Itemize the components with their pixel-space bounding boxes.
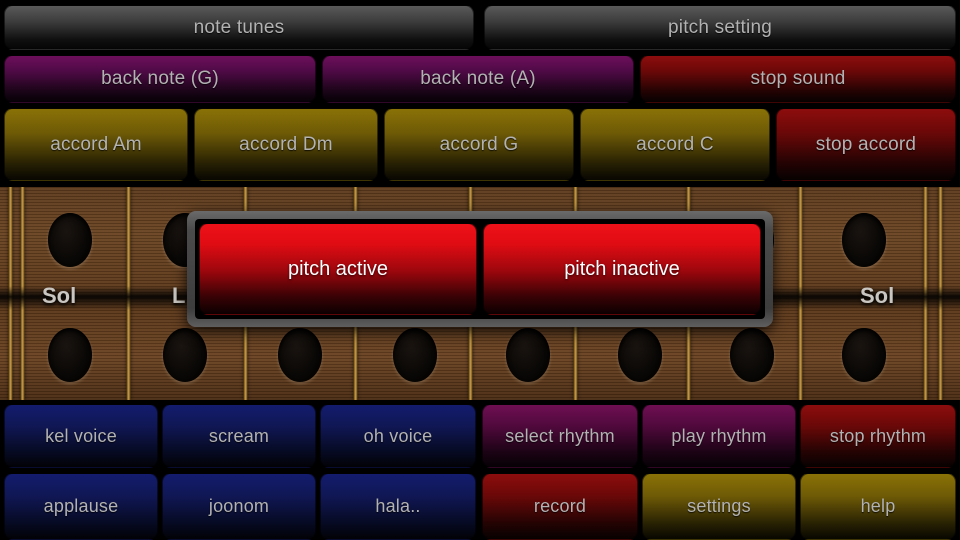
- button-accord-am[interactable]: accord Am: [4, 108, 188, 181]
- button-stop-accord[interactable]: stop accord: [776, 108, 956, 181]
- button-back-note-a[interactable]: back note (A): [322, 55, 634, 103]
- button-play-rhythm[interactable]: play rhythm: [642, 404, 796, 468]
- button-select-rhythm[interactable]: select rhythm: [482, 404, 638, 468]
- fret-hole-upper[interactable]: [842, 213, 886, 267]
- button-oh-voice[interactable]: oh voice: [320, 404, 476, 468]
- pitch-setting-dialog: pitch active pitch inactive: [187, 211, 773, 327]
- button-accord-dm[interactable]: accord Dm: [194, 108, 378, 181]
- button-help[interactable]: help: [800, 473, 956, 540]
- fret-hole-lower[interactable]: [278, 328, 322, 382]
- fret-hole-lower[interactable]: [393, 328, 437, 382]
- button-hala[interactable]: hala..: [320, 473, 476, 540]
- button-scream[interactable]: scream: [162, 404, 316, 468]
- button-accord-c[interactable]: accord C: [580, 108, 770, 181]
- button-stop-rhythm[interactable]: stop rhythm: [800, 404, 956, 468]
- fret-hole-lower[interactable]: [163, 328, 207, 382]
- fret-note-label: Sol: [42, 283, 77, 308]
- button-kel-voice[interactable]: kel voice: [4, 404, 158, 468]
- fret-hole-lower[interactable]: [730, 328, 774, 382]
- fret-hole-upper[interactable]: [48, 213, 92, 267]
- button-settings[interactable]: settings: [642, 473, 796, 540]
- tab-pitch-setting[interactable]: pitch setting: [484, 5, 956, 50]
- button-stop-sound[interactable]: stop sound: [640, 55, 956, 103]
- button-back-note-g[interactable]: back note (G): [4, 55, 316, 103]
- pitch-active-button[interactable]: pitch active: [199, 223, 477, 315]
- fret-note-label: L: [172, 283, 186, 308]
- button-applause[interactable]: applause: [4, 473, 158, 540]
- fret-hole-lower[interactable]: [618, 328, 662, 382]
- fret-note-label: Sol: [860, 283, 895, 308]
- fret-hole-lower[interactable]: [48, 328, 92, 382]
- tab-note-tunes[interactable]: note tunes: [4, 5, 474, 50]
- button-accord-g[interactable]: accord G: [384, 108, 574, 181]
- fret-hole-lower[interactable]: [842, 328, 886, 382]
- pitch-inactive-button[interactable]: pitch inactive: [483, 223, 761, 315]
- fret-hole-lower[interactable]: [506, 328, 550, 382]
- button-joonom[interactable]: joonom: [162, 473, 316, 540]
- button-record[interactable]: record: [482, 473, 638, 540]
- app-root: Sol L Sol note tunes pitch setting back not…: [0, 0, 960, 540]
- pitch-setting-dialog-body: pitch active pitch inactive: [195, 219, 765, 319]
